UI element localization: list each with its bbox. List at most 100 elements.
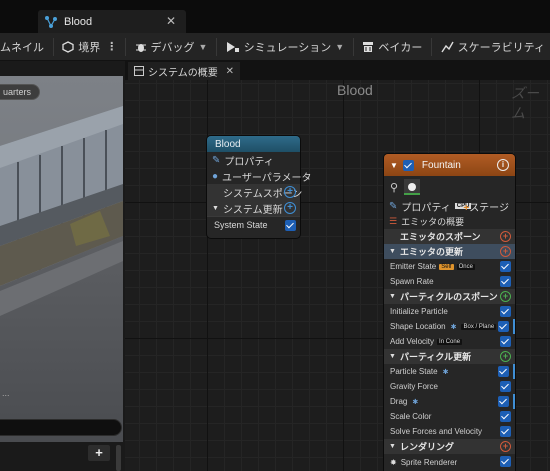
add-module-icon[interactable]: + <box>500 351 511 362</box>
module-row[interactable]: Drag ✱ <box>384 394 515 409</box>
renderer-row[interactable]: ✸ Sprite Renderer <box>384 454 515 471</box>
viewport-footer-text: ... <box>2 388 10 398</box>
emitter-enabled-checkbox[interactable] <box>402 159 414 171</box>
module-label: Initialize Particle <box>390 307 448 316</box>
enabled-checkbox[interactable] <box>498 366 509 377</box>
add-module-icon[interactable]: + <box>500 291 511 302</box>
module-row[interactable]: Scale Color <box>384 409 515 424</box>
add-module-icon[interactable]: + <box>284 186 296 198</box>
node-graph[interactable]: Blood ズーム Blood ✎ プロパティ ● ユーザーパラメータ システム… <box>125 80 550 471</box>
emitter-update-row[interactable]: ▼ エミッタの更新 + <box>384 244 515 259</box>
collapse-icon[interactable]: ▼ <box>212 205 219 212</box>
system-overview-panel: システムの概要 ✕ Blood ズーム Blood ✎ プロパティ ● ユーザー… <box>125 61 550 471</box>
emitter-node-header[interactable]: ▼ Fountain i <box>384 154 515 176</box>
module-row[interactable]: Add Velocity In Cone <box>384 334 515 349</box>
add-module-icon[interactable]: + <box>284 202 296 214</box>
emitter-summary-row[interactable]: ☰ エミッタの概要 <box>384 214 515 229</box>
module-row[interactable]: Emitter State Self Once <box>384 259 515 274</box>
module-row[interactable]: Gravity Force <box>384 379 515 394</box>
scalability-label: スケーラビリティ <box>457 41 545 54</box>
pencil-icon: ✎ <box>389 200 398 212</box>
system-state-row[interactable]: System State <box>207 216 300 232</box>
module-label: Emitter State <box>390 262 437 271</box>
list-icon: ☰ <box>389 216 398 226</box>
zoom-label: ズーム <box>511 85 539 121</box>
render-row[interactable]: ▼ レンダリング + <box>384 439 515 454</box>
collapse-icon[interactable]: ▼ <box>389 353 396 360</box>
viewport-label-badge[interactable]: uarters <box>0 84 41 100</box>
collapse-icon[interactable]: ▼ <box>389 248 396 255</box>
add-button[interactable]: + <box>88 445 110 461</box>
enabled-checkbox[interactable] <box>500 381 511 392</box>
emitter-spawn-row[interactable]: エミッタのスポーン + <box>384 229 515 244</box>
module-row[interactable]: Particle State ✱ <box>384 364 515 379</box>
debug-button[interactable]: デバッグ ▼ <box>130 33 213 61</box>
close-icon[interactable]: ✕ <box>226 66 234 77</box>
module-label: Spawn Rate <box>390 277 434 286</box>
system-properties-label: プロパティ <box>224 156 274 168</box>
system-state-label: System State <box>214 219 268 230</box>
user-parameters-row[interactable]: ● ユーザーパラメータ <box>207 168 311 184</box>
enabled-checkbox[interactable] <box>498 321 509 332</box>
module-row[interactable]: Initialize Particle <box>384 304 515 319</box>
collapse-icon[interactable]: ▼ <box>389 443 396 450</box>
enabled-checkbox[interactable] <box>500 411 511 422</box>
scrollbar[interactable] <box>116 445 121 471</box>
bounds-icon <box>62 40 74 53</box>
bounds-button[interactable]: 境界 ⋮ <box>57 33 121 61</box>
chevron-down-icon: ▼ <box>335 41 345 52</box>
emitter-thumbnail[interactable] <box>404 179 421 195</box>
graph-tab-label: システムの概要 <box>148 67 218 79</box>
tab-system-overview[interactable]: システムの概要 ✕ <box>128 62 240 80</box>
enabled-checkbox[interactable] <box>500 456 511 467</box>
module-label: Particle State <box>390 367 438 376</box>
add-module-icon[interactable]: + <box>500 246 511 257</box>
close-icon[interactable]: ✕ <box>166 14 176 28</box>
info-icon[interactable]: i <box>497 159 509 171</box>
niagara-system-icon <box>45 15 57 28</box>
enabled-checkbox[interactable] <box>500 276 511 287</box>
system-spawn-row[interactable]: システムスポーン + <box>207 184 302 200</box>
particle-spawn-row[interactable]: ▼ パーティクルのスポーン + <box>384 289 515 304</box>
self-pill: Self <box>439 263 454 270</box>
collapse-icon[interactable]: ▼ <box>389 293 396 300</box>
scalability-button[interactable]: スケーラビリティ <box>436 33 550 61</box>
enabled-checkbox[interactable] <box>500 261 511 272</box>
baker-icon <box>363 41 374 52</box>
enabled-checkbox[interactable] <box>500 306 511 317</box>
enabled-checkbox[interactable] <box>285 220 296 231</box>
system-update-row[interactable]: ▼ システム更新 + <box>207 200 300 216</box>
add-module-icon[interactable]: + <box>500 441 511 452</box>
in-cone-pill: In Cone <box>437 338 463 345</box>
more-options-icon[interactable]: ⋮ <box>106 40 117 53</box>
enabled-checkbox[interactable] <box>498 396 509 407</box>
system-properties-row[interactable]: ✎ プロパティ <box>207 152 300 168</box>
tab-blood[interactable]: Blood ✕ <box>38 10 186 33</box>
emitter-node[interactable]: ▼ Fountain i ⚲ ✎ プロパティ CPU +ステージ ☰ エミッタの… <box>384 154 515 471</box>
simulation-button[interactable]: シミュレーション ▼ <box>221 33 349 61</box>
module-row[interactable]: Shape Location ✱ Box / Plane <box>384 319 515 334</box>
particle-spawn-label: パーティクルのスポーン <box>399 292 498 302</box>
enabled-checkbox[interactable] <box>500 336 511 347</box>
system-node-title[interactable]: Blood <box>207 136 300 152</box>
module-label: Shape Location <box>390 322 446 331</box>
collapse-icon[interactable]: ▼ <box>390 161 398 170</box>
dynamic-input-icon: ✱ <box>442 368 449 376</box>
particle-update-label: パーティクル更新 <box>399 352 472 362</box>
stage-tab[interactable]: +ステージ <box>463 199 509 214</box>
emitter-update-label: エミッタの更新 <box>399 247 463 257</box>
module-row[interactable]: Solve Forces and Velocity <box>384 424 515 439</box>
preview-viewport[interactable]: uarters <box>0 76 123 442</box>
module-row[interactable]: Spawn Rate <box>384 274 515 289</box>
emitter-spawn-label: エミッタのスポーン <box>400 232 481 242</box>
search-input[interactable] <box>0 419 122 436</box>
enabled-checkbox[interactable] <box>500 426 511 437</box>
baker-button[interactable]: ベイカー <box>357 33 427 61</box>
system-node[interactable]: Blood ✎ プロパティ ● ユーザーパラメータ システムスポーン + ▼ シ… <box>207 136 311 238</box>
thumbnail-button[interactable]: ムネイル <box>0 33 49 61</box>
bug-icon <box>135 43 146 52</box>
pin-icon[interactable]: ⚲ <box>390 181 398 194</box>
particle-update-row[interactable]: ▼ パーティクル更新 + <box>384 349 515 364</box>
emitter-properties-tab[interactable]: プロパティ <box>401 199 450 214</box>
add-module-icon[interactable]: + <box>500 231 511 242</box>
